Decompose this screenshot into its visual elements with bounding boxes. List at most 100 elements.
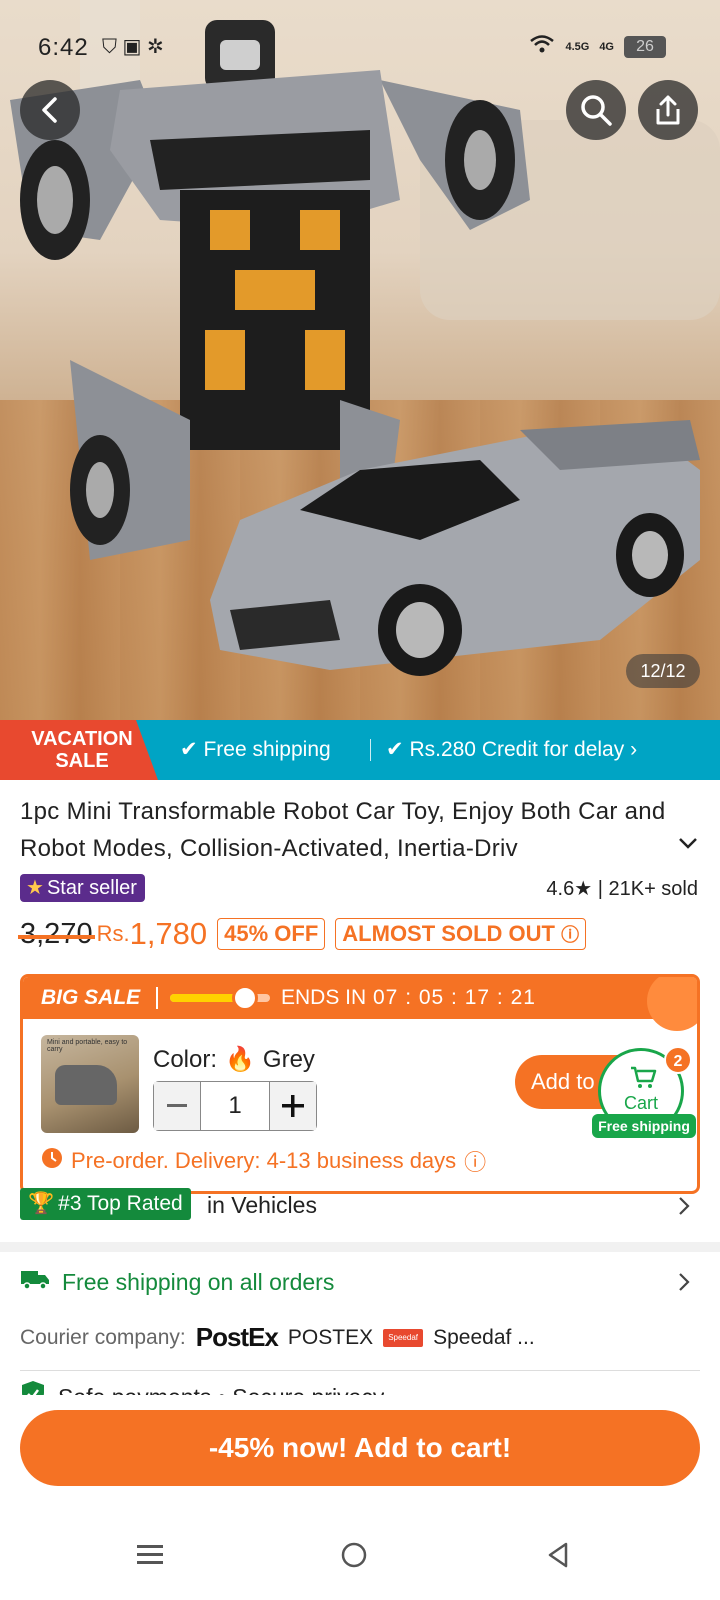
section-divider (0, 1242, 720, 1252)
add-to-cart-cta-button[interactable]: -45% now! Add to cart! (20, 1410, 700, 1486)
thumbnail-caption: Mini and portable, easy to carry (47, 1039, 128, 1053)
rating-star-icon: ★ (574, 878, 593, 900)
plus-icon (282, 1095, 304, 1117)
home-circle-icon (341, 1542, 367, 1568)
signal-icon-2: 4G (599, 40, 614, 53)
menu-icon (137, 1545, 163, 1564)
back-arrow-icon (42, 97, 57, 123)
quantity-value[interactable]: 1 (200, 1082, 270, 1130)
back-button[interactable] (20, 80, 80, 140)
cart-icon (631, 1066, 657, 1088)
postex-name: POSTEX (287, 1325, 374, 1349)
shipping-title: Free shipping on all orders (62, 1268, 335, 1295)
nav-back-button[interactable] (528, 1530, 588, 1580)
back-triangle-icon (548, 1542, 568, 1568)
deco-circle (647, 977, 697, 1031)
minus-icon (167, 1104, 187, 1107)
trophy-icon: 🏆 (28, 1192, 55, 1215)
expand-title-button[interactable] (678, 836, 698, 854)
vacation-line-2: SALE (55, 750, 109, 772)
quantity-stepper: 1 (153, 1081, 317, 1131)
star-seller-badge: ★ Star seller (20, 874, 145, 902)
share-icon (656, 95, 680, 125)
chevron-right-icon (679, 1197, 690, 1215)
stock-label: ALMOST SOLD OUT (342, 921, 555, 946)
star-seller-label: Star seller (46, 877, 137, 899)
clock-icon (41, 1147, 63, 1175)
help-icon: ⓘ (464, 1150, 487, 1175)
credit-promo[interactable]: ✔ Rs.280 Credit for delay › (386, 720, 637, 780)
vacation-line-1: VACATION (31, 728, 133, 750)
color-value: Grey (262, 1045, 315, 1073)
clock-icon (232, 985, 258, 1011)
preorder-label: Pre-order. Delivery: 4-13 business days (71, 1148, 457, 1173)
vacation-sale-badge: VACATION SALE (0, 720, 158, 780)
free-shipping-label: Free shipping (203, 738, 331, 761)
cart-label: Cart (623, 1093, 658, 1113)
speedaf-logo: Speedaf express (383, 1328, 424, 1360)
status-time: 6:42 (38, 34, 89, 61)
chevron-right-icon: › (630, 738, 638, 761)
discount-tag: 45% OFF (217, 918, 326, 950)
image-counter: 12/12 (626, 654, 700, 688)
sale-progress-bar (170, 985, 270, 1011)
system-nav-bar (0, 1510, 720, 1600)
cart-free-shipping-chip: Free shipping (592, 1114, 696, 1138)
status-right: 4.5G 4G 26 (529, 34, 666, 59)
truck-icon (20, 1268, 50, 1296)
status-bar: 6:42 ⛉ ▣ ✲ 4.5G 4G 26 (0, 0, 720, 92)
help-icon: ⓘ (561, 925, 580, 945)
original-price: 3,270 (18, 917, 95, 950)
rating-summary[interactable]: 4.6★ | 21K+ sold (546, 876, 698, 901)
flame-icon: 🔥 (225, 1046, 255, 1073)
currency-label: Rs. (96, 921, 130, 946)
wifi-icon (529, 34, 555, 59)
top-rated-badge[interactable]: 🏆 #3 Top Rated (20, 1188, 191, 1220)
color-label: Color: (153, 1045, 218, 1073)
check-icon: ✔ (386, 738, 404, 761)
countdown-timer: 07 : 05 : 17 : 21 (373, 986, 536, 1009)
signal-icon-1: 4.5G (565, 40, 590, 53)
battery-icon: 26 (624, 35, 666, 58)
decrement-button[interactable] (154, 1082, 200, 1130)
increment-button[interactable] (270, 1082, 316, 1130)
rank-chevron[interactable] (678, 1196, 690, 1221)
chevron-down-icon (679, 838, 697, 849)
sale-price: 1,780 (129, 916, 208, 951)
search-button[interactable] (566, 80, 626, 140)
stock-tag[interactable]: ALMOST SOLD OUT ⓘ (335, 918, 587, 950)
sold-count: 21K+ sold (608, 878, 698, 900)
divider (20, 1370, 700, 1371)
credit-label: Rs.280 Credit for delay (409, 738, 625, 761)
speedaf-name: Speedaf ... (433, 1325, 535, 1349)
check-icon: ✔ (180, 738, 198, 761)
courier-label: Courier company: (20, 1325, 186, 1349)
sale-header: BIG SALE ENDS IN 07 : 05 : 17 : 21 (23, 977, 697, 1031)
sale-title: BIG SALE (41, 986, 141, 1009)
promo-divider (370, 739, 371, 761)
thumbnail-car (55, 1065, 117, 1105)
share-button[interactable] (638, 80, 698, 140)
price-row: 3,270 Rs. 1,780 45% OFF ALMOST SOLD OUT … (18, 912, 596, 956)
search-icon (581, 95, 612, 126)
postex-logo: PostEx (195, 1322, 279, 1352)
promo-strip[interactable]: VACATION SALE ✔ Free shipping ✔ Rs.280 C… (0, 720, 720, 780)
color-row[interactable]: Color: 🔥 Grey (153, 1045, 315, 1074)
ends-in-label: ENDS IN (281, 986, 367, 1009)
rank-category[interactable]: in Vehicles (207, 1192, 317, 1219)
notification-icons: ⛉ ▣ ✲ (102, 36, 164, 58)
shipping-chevron[interactable] (678, 1272, 690, 1297)
nav-recents-button[interactable] (120, 1530, 180, 1580)
preorder-note[interactable]: Pre-order. Delivery: 4-13 business days … (41, 1145, 486, 1177)
variant-thumbnail[interactable]: Mini and portable, easy to carry (41, 1035, 139, 1133)
chevron-right-icon (679, 1273, 690, 1291)
rating-value: 4.6 (546, 878, 575, 900)
cart-count-badge: 2 (664, 1046, 692, 1074)
shipping-row[interactable]: Free shipping on all orders (20, 1268, 334, 1296)
courier-row: Courier company: PostEx POSTEX Speedaf e… (20, 1322, 535, 1360)
sale-separator (156, 987, 158, 1009)
product-image-carousel[interactable]: 6:42 ⛉ ▣ ✲ 4.5G 4G 26 12/12 (0, 0, 720, 720)
top-rated-label: #3 Top Rated (58, 1192, 183, 1215)
nav-home-button[interactable] (324, 1530, 384, 1580)
star-icon: ★ (26, 877, 44, 899)
